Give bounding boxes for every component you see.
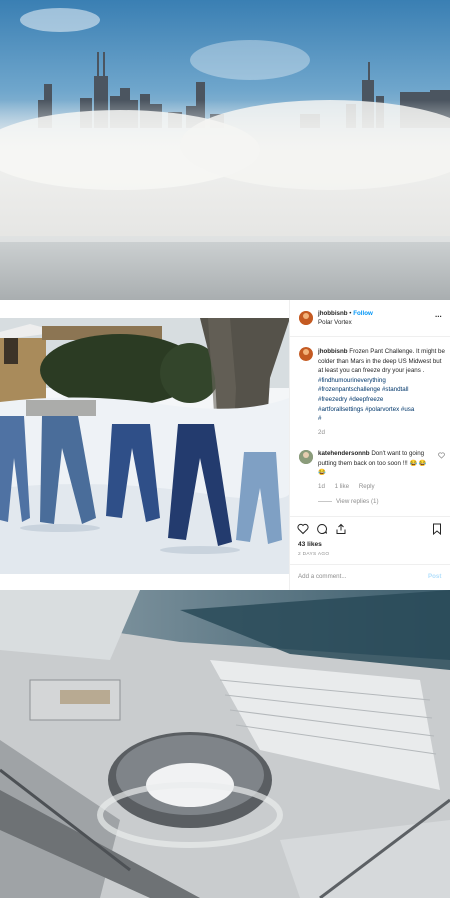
separator-dot: •	[349, 310, 352, 317]
stadium-aerial-photo	[0, 590, 450, 898]
share-icon[interactable]	[335, 523, 347, 535]
hashtag-line[interactable]: #frozenpantschallenge #standtall	[318, 385, 446, 395]
post-username[interactable]: jhobbisnb	[318, 310, 348, 317]
post-location[interactable]: Polar Vortex	[318, 319, 352, 326]
hashtag-line[interactable]: #findhumourineverything	[318, 376, 446, 386]
post-date: 2 DAYS AGO	[298, 552, 330, 557]
reply-button[interactable]: Reply	[359, 483, 375, 490]
caption-time: 2d	[318, 428, 325, 436]
post-comment-button[interactable]: Post	[428, 573, 441, 580]
heart-icon[interactable]	[297, 523, 309, 535]
frozen-jeans-photo	[0, 318, 289, 574]
hashtag-line[interactable]: #	[318, 414, 446, 424]
post-side-panel: jhobbisnb • Follow Polar Vortex ... jhob…	[289, 300, 450, 590]
bookmark-icon[interactable]	[431, 523, 443, 536]
comment-likes[interactable]: 1 like	[335, 483, 349, 490]
caption-hashtags: #findhumourineverything #frozenpantschal…	[318, 376, 446, 424]
hashtag-line[interactable]: #artforallsettings #polarvortex #usa	[318, 405, 446, 415]
caption-avatar[interactable]	[299, 347, 313, 361]
more-icon[interactable]: ...	[435, 310, 442, 319]
likes-count[interactable]: 43 likes	[298, 541, 322, 548]
skyline-photo	[0, 0, 450, 300]
avatar[interactable]	[299, 311, 313, 325]
instagram-post: jhobbisnb • Follow Polar Vortex ... jhob…	[0, 300, 450, 590]
comment-username[interactable]: katehendersonnb	[318, 450, 370, 457]
view-replies-button[interactable]: View replies (1)	[336, 498, 379, 505]
follow-button[interactable]: Follow	[353, 310, 373, 317]
comment-icon[interactable]	[316, 523, 328, 535]
hashtag-line[interactable]: #freezedry #deepfreeze	[318, 395, 446, 405]
caption-username[interactable]: jhobbisnb	[318, 348, 348, 355]
commenter-avatar[interactable]	[299, 450, 313, 464]
small-heart-icon[interactable]	[438, 452, 445, 459]
comment-time: 1d	[318, 482, 325, 490]
add-comment-input[interactable]: Add a comment...	[298, 573, 347, 580]
